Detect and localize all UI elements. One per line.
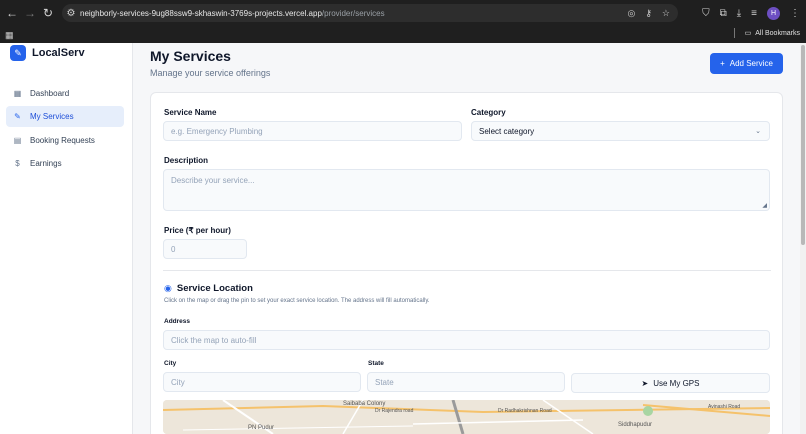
- price-input[interactable]: 0: [163, 239, 247, 259]
- forward-icon[interactable]: →: [20, 3, 40, 23]
- bookmarks-bar: ▦ ▭ All Bookmarks: [0, 26, 806, 43]
- map-label-avinashi-road: Avinashi Road: [708, 404, 741, 410]
- map-label-pn-pudur: PN Pudur: [248, 425, 275, 431]
- sidebar-item-dashboard[interactable]: ▦ Dashboard: [6, 83, 124, 104]
- price-label: Price (₹ per hour): [164, 226, 231, 235]
- map-label-radhakrishnan-road: Dr Radhakrishnan Road: [498, 408, 552, 414]
- service-location-heading: ◉ Service Location: [164, 283, 253, 294]
- url-path: /provider/services: [321, 8, 385, 18]
- shield-icon[interactable]: ⛉: [702, 8, 710, 19]
- sidebar: ✎ LocalServ ▦ Dashboard ✎ My Services ▤ …: [0, 43, 133, 434]
- map-label-siddhapudur: Siddhapudur: [618, 422, 653, 428]
- sidebar-item-my-services[interactable]: ✎ My Services: [6, 106, 124, 128]
- url-host: neighborly-services-9ug88ssw9-skhaswin-3…: [80, 8, 322, 18]
- profile-avatar[interactable]: H: [767, 6, 780, 20]
- wrench-icon: ✎: [14, 112, 21, 122]
- media-icon[interactable]: ≡: [751, 8, 757, 19]
- chevron-down-icon: ⌄: [755, 128, 761, 135]
- address-label: Address: [164, 318, 191, 325]
- sidebar-item-label: Earnings: [30, 158, 62, 168]
- location-map[interactable]: Saibaba Colony Dr Rajendra road Dr Radha…: [163, 400, 770, 434]
- main-content: My Services Manage your service offering…: [133, 43, 800, 434]
- sidebar-item-label: Dashboard: [30, 89, 70, 98]
- toolbar-actions: ⛉ ⧉ ⤓ ≡ H ⋮: [702, 4, 800, 22]
- category-label: Category: [471, 108, 506, 117]
- use-gps-button[interactable]: ➤ Use My GPS: [571, 373, 770, 393]
- use-gps-label: Use My GPS: [653, 378, 700, 388]
- service-location-title: Service Location: [176, 283, 253, 294]
- menu-icon[interactable]: ⋮: [790, 8, 800, 19]
- download-icon[interactable]: ⤓: [737, 8, 741, 19]
- brand-name: LocalServ: [32, 47, 85, 59]
- page-subtitle: Manage your service offerings: [150, 68, 271, 78]
- description-label: Description: [164, 156, 209, 165]
- location-icon[interactable]: ◎: [627, 8, 635, 19]
- add-service-label: Add Service: [729, 59, 773, 68]
- site-settings-icon[interactable]: ⚙: [62, 4, 80, 22]
- wrench-logo-icon: ✎: [10, 45, 26, 61]
- extensions-icon[interactable]: ⧉: [720, 8, 727, 19]
- sidebar-item-label: My Services: [30, 112, 74, 122]
- description-textarea[interactable]: Describe your service... ◢: [163, 169, 770, 211]
- browser-chrome: ← → ↻ ⚙ neighborly-services-9ug88ssw9-sk…: [0, 0, 806, 43]
- service-form-card: Service Name e.g. Emergency Plumbing Cat…: [150, 92, 783, 434]
- service-name-label: Service Name: [164, 108, 217, 117]
- star-icon[interactable]: ☆: [662, 8, 670, 19]
- address-bar-actions: ◎ ⚷ ☆: [627, 4, 670, 22]
- service-name-input[interactable]: e.g. Emergency Plumbing: [163, 121, 462, 141]
- key-icon[interactable]: ⚷: [645, 8, 652, 19]
- browser-toolbar: ← → ↻ ⚙ neighborly-services-9ug88ssw9-sk…: [0, 0, 806, 26]
- add-service-button[interactable]: + Add Service: [710, 53, 783, 74]
- dollar-icon: $: [15, 158, 20, 168]
- section-divider: [163, 270, 771, 271]
- brand[interactable]: ✎ LocalServ: [10, 45, 85, 61]
- category-value: Select category: [479, 126, 535, 136]
- sidebar-nav: ▦ Dashboard ✎ My Services ▤ Booking Requ…: [6, 83, 124, 176]
- navigation-arrow-icon: ➤: [641, 378, 649, 388]
- all-bookmarks[interactable]: ▭ All Bookmarks: [733, 28, 800, 38]
- address-bar[interactable]: ⚙ neighborly-services-9ug88ssw9-skhaswin…: [62, 4, 678, 22]
- sidebar-item-earnings[interactable]: $ Earnings: [6, 153, 124, 174]
- map-label-rajendra-road: Dr Rajendra road: [375, 408, 414, 414]
- apps-grid-icon[interactable]: ▦: [5, 30, 14, 41]
- map-label-saibaba-colony: Saibaba Colony: [343, 401, 386, 407]
- service-location-description: Click on the map or drag the pin to set …: [164, 298, 430, 304]
- page-title: My Services: [150, 48, 231, 64]
- state-label: State: [368, 360, 384, 367]
- back-icon[interactable]: ←: [2, 3, 22, 23]
- page-scrollbar-thumb[interactable]: [801, 45, 805, 245]
- description-placeholder: Describe your service...: [171, 176, 255, 185]
- city-input[interactable]: City: [163, 372, 361, 392]
- reload-icon[interactable]: ↻: [38, 3, 58, 23]
- bookmarks-separator: [733, 28, 735, 38]
- state-input[interactable]: State: [367, 372, 565, 392]
- url-text: neighborly-services-9ug88ssw9-skhaswin-3…: [80, 9, 385, 18]
- folder-icon: ▭: [744, 30, 752, 37]
- grid-icon: ▦: [13, 89, 22, 98]
- sidebar-item-booking-requests[interactable]: ▤ Booking Requests: [6, 130, 124, 151]
- city-label: City: [164, 360, 177, 367]
- resize-handle-icon[interactable]: ◢: [762, 202, 767, 209]
- address-input[interactable]: Click the map to auto-fill: [163, 330, 770, 350]
- all-bookmarks-label: All Bookmarks: [755, 29, 800, 37]
- map-pin-icon: ◉: [164, 283, 172, 293]
- plus-icon: +: [720, 59, 725, 68]
- clipboard-icon: ▤: [13, 135, 22, 145]
- category-select[interactable]: Select category ⌄: [471, 121, 770, 141]
- sidebar-item-label: Booking Requests: [30, 135, 95, 145]
